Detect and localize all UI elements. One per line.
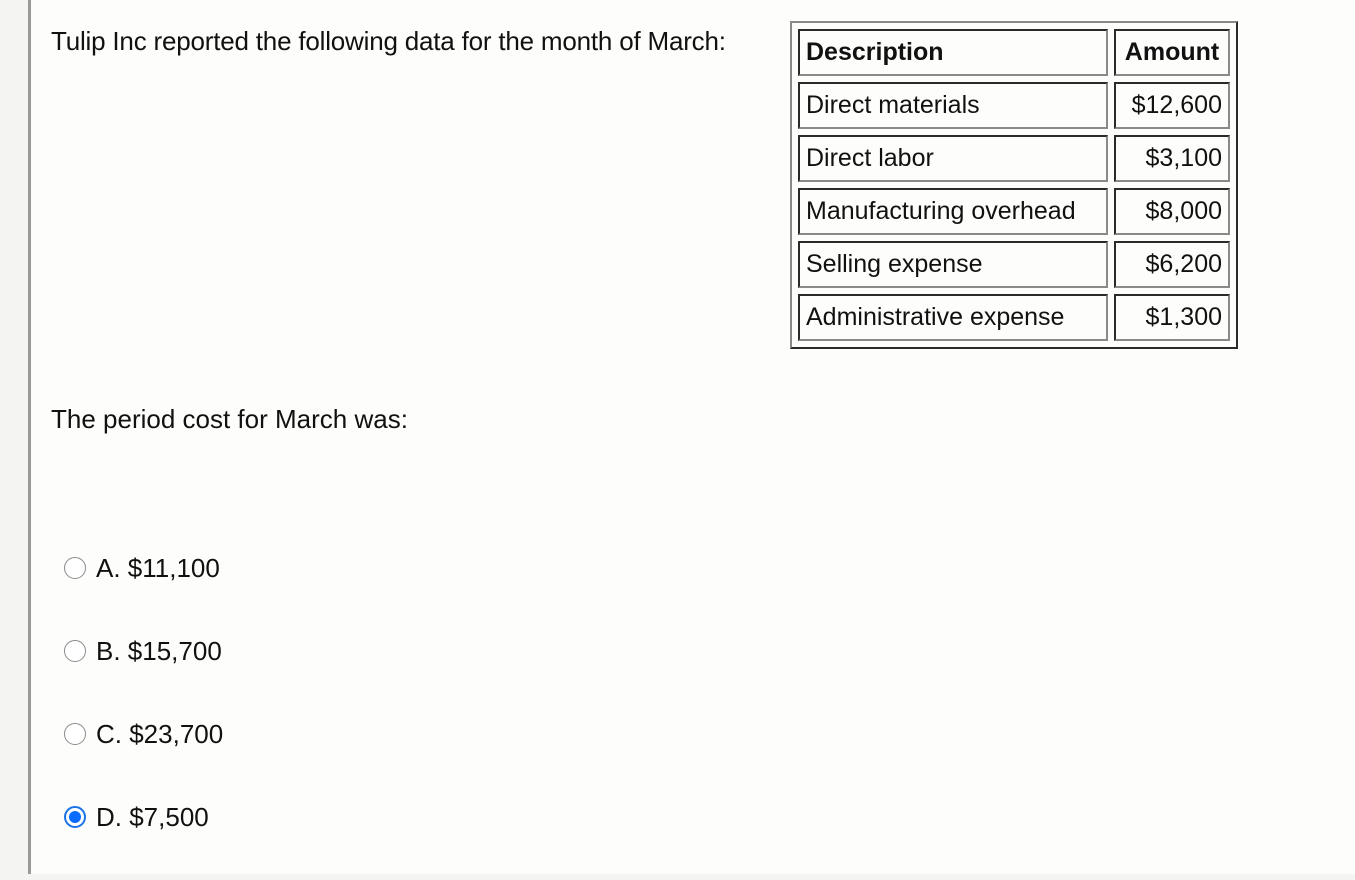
radio-button-d[interactable] (64, 806, 86, 828)
question-page: Tulip Inc reported the following data fo… (28, 0, 1355, 874)
row-description: Direct labor (798, 135, 1108, 182)
question-intro: Tulip Inc reported the following data fo… (51, 26, 726, 56)
radio-button-c[interactable] (64, 723, 86, 745)
option-b[interactable]: B. $15,700 (64, 631, 223, 671)
radio-button-a[interactable] (64, 557, 86, 579)
header-amount: Amount (1114, 29, 1230, 76)
option-d[interactable]: D. $7,500 (64, 797, 223, 837)
option-a[interactable]: A. $11,100 (64, 548, 223, 588)
row-amount: $3,100 (1114, 135, 1230, 182)
table-row: Administrative expense $1,300 (798, 294, 1230, 341)
cost-data-table: Description Amount Direct materials $12,… (790, 21, 1238, 349)
row-description: Administrative expense (798, 294, 1108, 341)
option-label[interactable]: C. $23,700 (96, 719, 223, 750)
question-prompt: The period cost for March was: (51, 404, 408, 434)
radio-button-b[interactable] (64, 640, 86, 662)
row-amount: $12,600 (1114, 82, 1230, 129)
row-amount: $8,000 (1114, 188, 1230, 235)
row-description: Selling expense (798, 241, 1108, 288)
row-description: Direct materials (798, 82, 1108, 129)
table-row: Manufacturing overhead $8,000 (798, 188, 1230, 235)
option-label[interactable]: D. $7,500 (96, 802, 209, 833)
header-description: Description (798, 29, 1108, 76)
row-amount: $6,200 (1114, 241, 1230, 288)
table-header-row: Description Amount (798, 29, 1230, 76)
row-amount: $1,300 (1114, 294, 1230, 341)
table-row: Selling expense $6,200 (798, 241, 1230, 288)
table-row: Direct labor $3,100 (798, 135, 1230, 182)
option-c[interactable]: C. $23,700 (64, 714, 223, 754)
row-description: Manufacturing overhead (798, 188, 1108, 235)
answer-options: A. $11,100 B. $15,700 C. $23,700 D. $7,5… (64, 548, 223, 880)
option-label[interactable]: B. $15,700 (96, 636, 222, 667)
table-row: Direct materials $12,600 (798, 82, 1230, 129)
option-label[interactable]: A. $11,100 (96, 553, 220, 584)
